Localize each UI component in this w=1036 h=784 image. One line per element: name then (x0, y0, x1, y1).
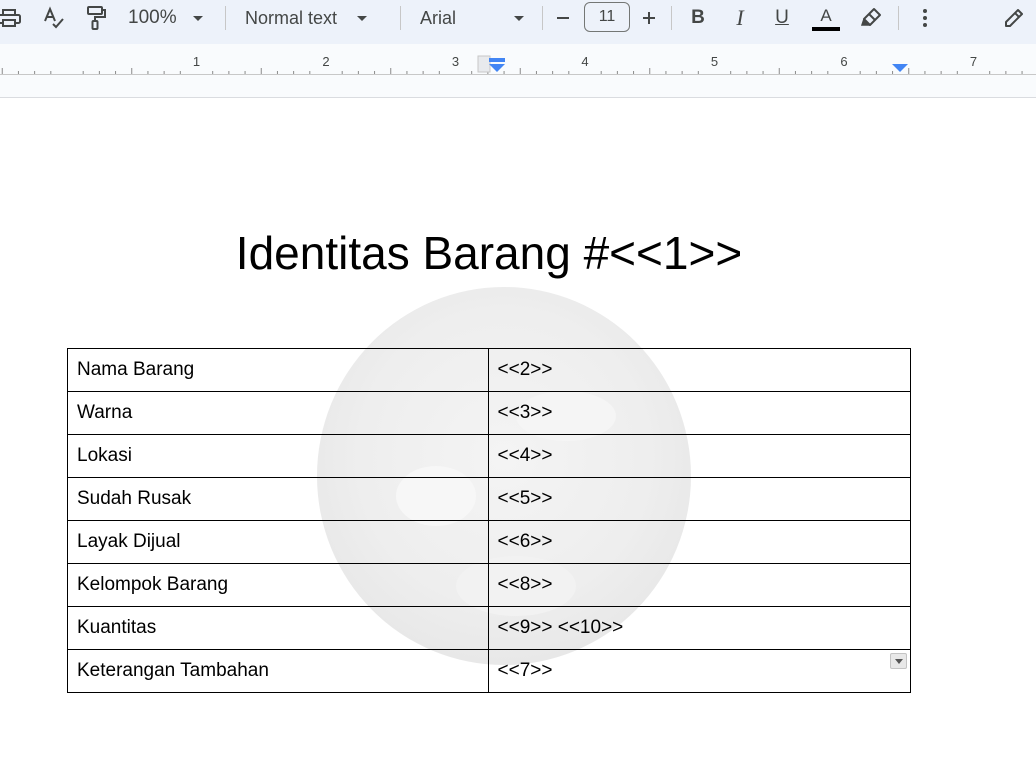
decrease-font-size-button[interactable] (552, 4, 574, 32)
font-size-input[interactable]: 11 (584, 2, 630, 32)
field-label-cell[interactable]: Warna (67, 391, 489, 435)
table-row: Layak Dijual <<6>> (67, 520, 912, 564)
ruler-number: 7 (970, 54, 977, 69)
field-value-cell[interactable]: <<3>> (487, 391, 912, 435)
toolbar-divider (225, 6, 226, 30)
chevron-down-icon (357, 15, 368, 21)
highlight-color-button[interactable] (858, 4, 884, 32)
spellcheck-button[interactable] (40, 4, 68, 32)
more-options-button[interactable] (914, 4, 936, 32)
ruler-number: 5 (711, 54, 718, 69)
print-icon (0, 9, 21, 27)
zoom-select[interactable]: 100% (122, 4, 214, 32)
underline-icon: U (775, 7, 789, 28)
font-value: Arial (420, 7, 457, 28)
field-label-cell[interactable]: Kuantitas (67, 606, 489, 650)
table-row: Kuantitas <<9>> <<10>> (67, 606, 912, 650)
toolbar-divider (671, 6, 672, 30)
spellcheck-icon (44, 6, 64, 29)
ruler-number: 2 (322, 54, 329, 69)
bold-button[interactable]: B (686, 4, 710, 32)
document-page[interactable]: Identitas Barang #<<1>> Nama Barang <<2>>… (0, 98, 1036, 784)
text-color-icon: A (820, 6, 832, 25)
text-color-swatch (812, 27, 840, 31)
right-indent-marker-icon (892, 64, 908, 72)
highlight-icon (860, 8, 881, 26)
ruler[interactable]: 1 2 3 4 5 6 7 (0, 44, 1036, 98)
ruler-scale: 1 2 3 4 5 6 7 (0, 54, 1036, 75)
field-value-cell[interactable]: <<8>> (487, 563, 912, 607)
zoom-value: 100% (128, 7, 177, 28)
toolbar-divider (898, 6, 899, 30)
table-row: Kelompok Barang <<8>> (67, 563, 912, 607)
field-label-cell[interactable]: Layak Dijual (67, 520, 489, 564)
field-value-cell[interactable]: <<7>> (487, 649, 912, 693)
field-value-cell[interactable]: <<6>> (487, 520, 912, 564)
chevron-down-icon (192, 15, 203, 21)
field-value-cell[interactable]: <<5>> (487, 477, 912, 521)
toolbar: 100% Normal text Arial 11 B I U A (0, 0, 1036, 44)
bold-icon: B (691, 7, 705, 28)
toolbar-divider (400, 6, 401, 30)
indent-marker-icon (489, 58, 505, 72)
ruler-number: 4 (581, 54, 588, 69)
ruler-number: 1 (193, 54, 200, 69)
table-row: Nama Barang <<2>> (67, 348, 912, 392)
ruler-number: 6 (840, 54, 847, 69)
document-title[interactable]: Identitas Barang #<<1>> (0, 226, 978, 280)
chevron-down-icon (514, 15, 525, 21)
field-value-cell[interactable]: <<4>> (487, 434, 912, 478)
toolbar-divider (542, 6, 543, 30)
left-margin-handle (477, 55, 491, 73)
editing-mode-button[interactable] (1000, 4, 1028, 32)
cell-dropdown-button[interactable] (890, 653, 907, 669)
more-icon (923, 9, 927, 27)
minus-icon (557, 17, 569, 19)
field-label-cell[interactable]: Nama Barang (67, 348, 489, 392)
italic-button[interactable]: I (728, 4, 752, 32)
ruler-number: 3 (452, 54, 459, 69)
plus-icon (643, 12, 655, 24)
field-value-cell[interactable]: <<9>> <<10>> (487, 606, 912, 650)
paint-format-button[interactable] (82, 4, 110, 32)
field-label-cell[interactable]: Kelompok Barang (67, 563, 489, 607)
identity-table[interactable]: Nama Barang <<2>> Warna <<3>> Lokasi <<4>> Sud… (67, 348, 912, 693)
italic-icon: I (736, 5, 744, 30)
edit-mode-icon (1005, 9, 1023, 27)
table-row: Lokasi <<4>> (67, 434, 912, 478)
chevron-down-icon (894, 658, 903, 664)
print-button[interactable] (0, 4, 22, 32)
font-select[interactable]: Arial (412, 4, 534, 32)
table-row: Keterangan Tambahan <<7>> (67, 649, 912, 693)
field-label-cell[interactable]: Lokasi (67, 434, 489, 478)
field-value-cell[interactable]: <<2>> (487, 348, 912, 392)
table-row: Sudah Rusak <<5>> (67, 477, 912, 521)
field-label-cell[interactable]: Sudah Rusak (67, 477, 489, 521)
paint-format-icon (87, 6, 106, 30)
increase-font-size-button[interactable] (638, 4, 660, 32)
field-label-cell[interactable]: Keterangan Tambahan (67, 649, 489, 693)
text-color-button[interactable]: A (811, 4, 841, 32)
style-value: Normal text (245, 7, 338, 28)
table-row: Warna <<3>> (67, 391, 912, 435)
underline-button[interactable]: U (770, 4, 794, 32)
style-select[interactable]: Normal text (238, 4, 388, 32)
